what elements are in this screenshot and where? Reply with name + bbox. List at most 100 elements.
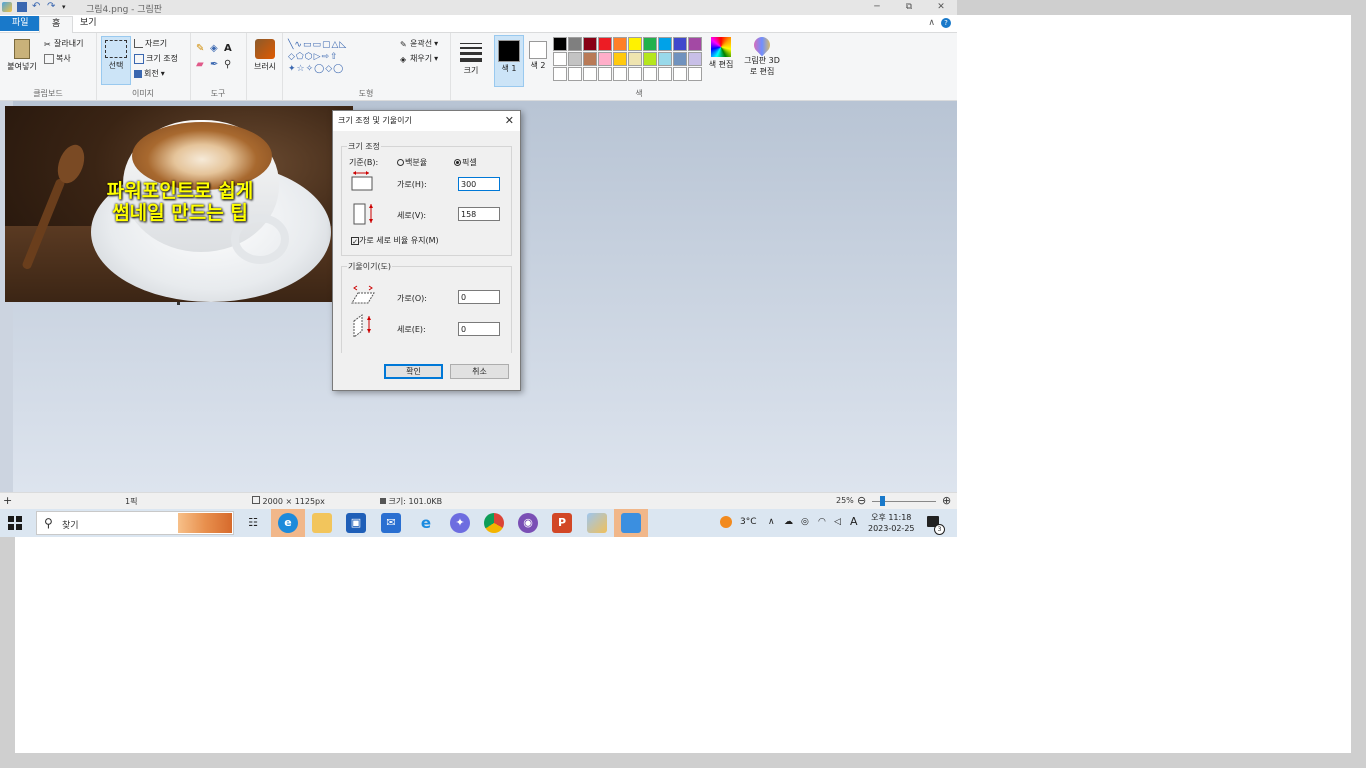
collapse-ribbon-icon[interactable]: ∧ — [928, 18, 935, 28]
palette-swatch[interactable] — [553, 67, 567, 81]
pencil-icon[interactable]: ✎ — [196, 43, 210, 59]
color1-button[interactable]: 색 1 — [494, 35, 524, 87]
zoom-out-button[interactable]: ⊖ — [857, 494, 866, 507]
palette-swatch[interactable] — [643, 52, 657, 66]
volume-icon[interactable]: ◁ — [834, 517, 841, 527]
palette-swatch[interactable] — [628, 52, 642, 66]
palette-swatch[interactable] — [568, 37, 582, 51]
brushes-button[interactable]: 브러시 — [250, 39, 280, 72]
palette-swatch[interactable] — [583, 67, 597, 81]
chrome-icon[interactable] — [484, 513, 504, 533]
magnifier-icon[interactable]: ⚲ — [224, 59, 238, 75]
cloud-icon[interactable]: ☁ — [784, 517, 793, 527]
undo-icon[interactable]: ↶ — [32, 2, 42, 12]
resize-button[interactable]: 크기 조정 — [134, 53, 178, 64]
start-button[interactable] — [8, 516, 22, 530]
weather-temperature[interactable]: 3°C — [740, 517, 757, 527]
zoom-in-button[interactable]: ⊕ — [942, 494, 951, 507]
palette-swatch[interactable] — [643, 37, 657, 51]
percent-radio[interactable]: 백분율 — [397, 157, 427, 168]
clock[interactable]: 오후 11:18 2023-02-25 — [868, 512, 915, 534]
palette-swatch[interactable] — [658, 52, 672, 66]
color-picker-icon[interactable]: ✒ — [210, 59, 224, 75]
palette-swatch[interactable] — [688, 37, 702, 51]
dialog-close-button[interactable]: ✕ — [505, 111, 514, 131]
eraser-icon[interactable]: ▰ — [196, 59, 210, 75]
image-canvas[interactable]: 파워포인트로 쉽게 썸네일 만드는 팁 — [5, 106, 353, 302]
edit-colors-button[interactable]: 색 편집 — [708, 37, 734, 70]
horizontal-input[interactable]: 300 — [458, 177, 500, 191]
photos-icon[interactable] — [621, 513, 641, 533]
tab-file[interactable]: 파일 — [0, 16, 41, 31]
redo-icon[interactable]: ↷ — [47, 2, 57, 12]
skew-horizontal-input[interactable]: 0 — [458, 290, 500, 304]
palette-swatch[interactable] — [658, 37, 672, 51]
mail-icon[interactable]: ✉ — [381, 513, 401, 533]
palette-swatch[interactable] — [673, 67, 687, 81]
palette-swatch[interactable] — [583, 52, 597, 66]
zoom-slider-thumb[interactable] — [880, 496, 885, 506]
palette-swatch[interactable] — [583, 37, 597, 51]
ok-button[interactable]: 확인 — [384, 364, 443, 379]
store-icon[interactable]: ▣ — [346, 513, 366, 533]
palette-swatch[interactable] — [598, 67, 612, 81]
keep-ratio-checkbox[interactable]: ✓가로 세로 비율 유지(M) — [351, 235, 439, 246]
task-view-icon[interactable]: ☷ — [243, 513, 263, 533]
palette-swatch[interactable] — [673, 37, 687, 51]
ime-indicator[interactable]: A — [850, 515, 858, 528]
customize-dropdown-icon[interactable]: ▾ — [62, 2, 68, 12]
powerpoint-icon[interactable]: P — [552, 513, 572, 533]
close-button[interactable]: ✕ — [925, 0, 957, 15]
tor-browser-icon[interactable]: ◉ — [518, 513, 538, 533]
crop-button[interactable]: 자르기 — [134, 38, 167, 49]
palette-swatch[interactable] — [613, 52, 627, 66]
maximize-button[interactable]: ⧉ — [893, 0, 925, 15]
add-status-button[interactable]: + — [3, 494, 12, 507]
color2-button[interactable]: 색 2 — [528, 35, 548, 85]
paint-taskbar-icon[interactable] — [587, 513, 607, 533]
edge-icon[interactable]: e — [278, 513, 298, 533]
rotate-button[interactable]: 회전 ▾ — [134, 68, 165, 79]
palette-swatch[interactable] — [568, 52, 582, 66]
palette-swatch[interactable] — [688, 52, 702, 66]
palette-swatch[interactable] — [628, 37, 642, 51]
size-button[interactable]: 크기 — [458, 37, 484, 76]
help-icon[interactable]: ? — [941, 18, 951, 28]
palette-swatch[interactable] — [673, 52, 687, 66]
palette-swatch[interactable] — [598, 52, 612, 66]
tab-view[interactable]: 보기 — [68, 16, 109, 31]
palette-swatch[interactable] — [613, 37, 627, 51]
tray-overflow-icon[interactable]: ∧ — [768, 517, 775, 527]
canvas-resize-handle[interactable] — [177, 302, 180, 305]
internet-explorer-icon[interactable]: e — [416, 513, 436, 533]
copilot-icon[interactable]: ✦ — [450, 513, 470, 533]
vertical-input[interactable]: 158 — [458, 207, 500, 221]
cut-button[interactable]: ✂ 잘라내기 — [44, 38, 83, 49]
skew-vertical-input[interactable]: 0 — [458, 322, 500, 336]
paint-app-icon[interactable] — [2, 2, 12, 12]
text-icon[interactable]: A — [224, 43, 238, 59]
paste-button[interactable]: 붙여넣기 — [4, 39, 40, 72]
meet-now-icon[interactable]: ◎ — [801, 517, 809, 527]
palette-swatch[interactable] — [553, 37, 567, 51]
select-button[interactable]: 선택 — [101, 36, 131, 85]
palette-swatch[interactable] — [688, 67, 702, 81]
palette-swatch[interactable] — [568, 67, 582, 81]
taskbar-search-box[interactable]: ⚲ 찾기 — [36, 511, 234, 535]
paint3d-button[interactable]: 그림판 3D로 편집 — [744, 33, 780, 77]
outline-button[interactable]: ✎ 윤곽선 ▾ — [400, 38, 438, 49]
shapes-gallery[interactable]: ╲∿▭▭▢△◺ ◇⬠⬡▷⇨⇧ ✦☆✧◯◇◯ — [288, 39, 388, 75]
copy-button[interactable]: 복사 — [44, 53, 71, 64]
file-explorer-icon[interactable] — [312, 513, 332, 533]
palette-swatch[interactable] — [598, 37, 612, 51]
fill-button[interactable]: ◈ 채우기 ▾ — [400, 53, 438, 64]
save-icon[interactable] — [17, 2, 27, 12]
palette-swatch[interactable] — [628, 67, 642, 81]
fill-icon[interactable]: ◈ — [210, 43, 224, 59]
palette-swatch[interactable] — [553, 52, 567, 66]
network-icon[interactable]: ◠ — [818, 517, 826, 527]
pixels-radio[interactable]: 픽셀 — [454, 157, 477, 168]
palette-swatch[interactable] — [613, 67, 627, 81]
palette-swatch[interactable] — [658, 67, 672, 81]
cancel-button[interactable]: 취소 — [450, 364, 509, 379]
